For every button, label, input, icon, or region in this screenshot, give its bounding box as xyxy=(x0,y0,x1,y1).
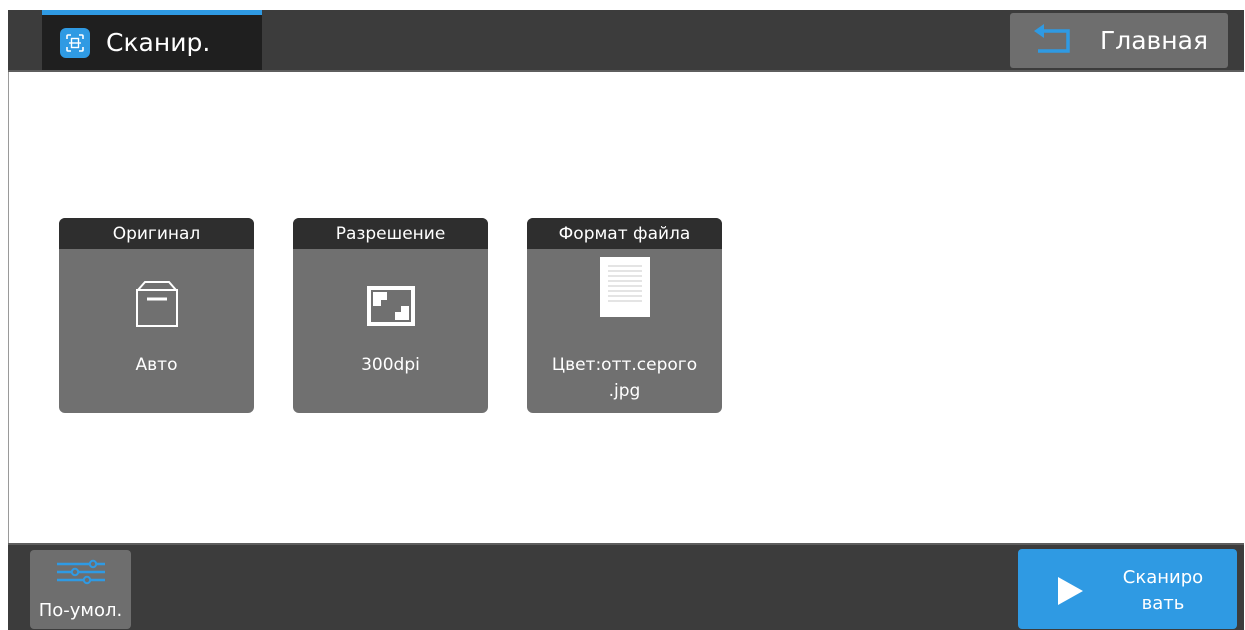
return-arrow-icon xyxy=(1034,24,1070,53)
top-bar: Сканир. Главная xyxy=(8,10,1244,72)
tile-value-line1: Цвет:отт.серого xyxy=(551,355,698,375)
tile-value: 300dpi xyxy=(361,355,420,375)
bottom-bar: По-умол. Сканиро вать xyxy=(8,543,1244,630)
main-content: Оригинал Авто Разрешение 300dpi Формат ф… xyxy=(8,72,1245,543)
tile-value: Авто xyxy=(135,355,178,375)
sliders-icon xyxy=(57,559,105,585)
box-icon xyxy=(59,280,254,328)
home-button[interactable]: Главная xyxy=(1010,13,1228,68)
scan-button[interactable]: Сканиро вать xyxy=(1018,549,1237,629)
resolution-icon xyxy=(293,280,488,328)
tile-title: Оригинал xyxy=(59,218,254,249)
tile-value-line2: .jpg xyxy=(608,381,641,401)
play-icon xyxy=(1058,577,1083,605)
tile-title: Формат файла xyxy=(527,218,722,249)
app-title: Сканир. xyxy=(106,28,211,57)
scan-icon xyxy=(60,27,90,58)
tile-original[interactable]: Оригинал Авто xyxy=(59,218,254,413)
scan-label-line1: Сканиро xyxy=(1122,567,1204,588)
tile-title: Разрешение xyxy=(293,218,488,249)
home-label: Главная xyxy=(1100,26,1208,55)
scan-label-line2: вать xyxy=(1141,593,1185,614)
tile-value: Цвет:отт.серого .jpg xyxy=(527,352,722,404)
document-icon xyxy=(527,256,722,318)
tile-file-format[interactable]: Формат файла Цвет:отт.серого .jpg xyxy=(527,218,722,413)
scan-label: Сканиро вать xyxy=(1118,565,1208,617)
tile-resolution[interactable]: Разрешение 300dpi xyxy=(293,218,488,413)
defaults-label: По-умол. xyxy=(38,600,123,621)
defaults-button[interactable]: По-умол. xyxy=(30,550,131,629)
app-tab-scan[interactable]: Сканир. xyxy=(42,10,262,70)
